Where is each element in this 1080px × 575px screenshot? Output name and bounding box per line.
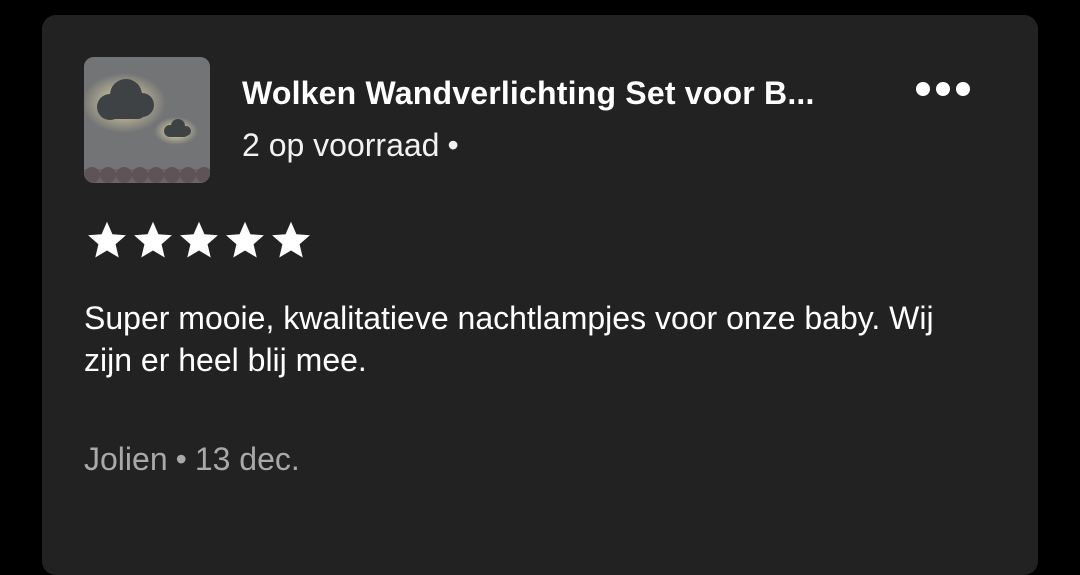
review-card: Wolken Wandverlichting Set voor B... 2 o… <box>42 15 1038 575</box>
star-rating <box>86 219 312 263</box>
review-text: Super mooie, kwalitatieve nachtlampjes v… <box>84 300 934 378</box>
star-icon <box>272 221 310 258</box>
stock-label: 2 op voorraad <box>242 127 440 163</box>
star-icon <box>88 221 126 258</box>
stock-separator: • <box>447 127 459 163</box>
product-thumbnail[interactable] <box>84 57 210 183</box>
reviewer-name: Jolien <box>84 441 168 477</box>
review-meta: Jolien • 13 dec. <box>84 441 300 478</box>
review-date: 13 dec. <box>194 441 300 477</box>
meta-separator: • <box>175 441 187 477</box>
listing-title[interactable]: Wolken Wandverlichting Set voor B... <box>242 75 882 112</box>
more-options-icon <box>916 82 970 96</box>
stock-status: 2 op voorraad • <box>242 127 459 164</box>
cloud-lamp-thumbnail <box>84 57 210 183</box>
star-icon <box>134 221 172 258</box>
star-icon <box>226 221 264 258</box>
star-icon <box>180 221 218 258</box>
more-options-button[interactable] <box>908 71 978 111</box>
